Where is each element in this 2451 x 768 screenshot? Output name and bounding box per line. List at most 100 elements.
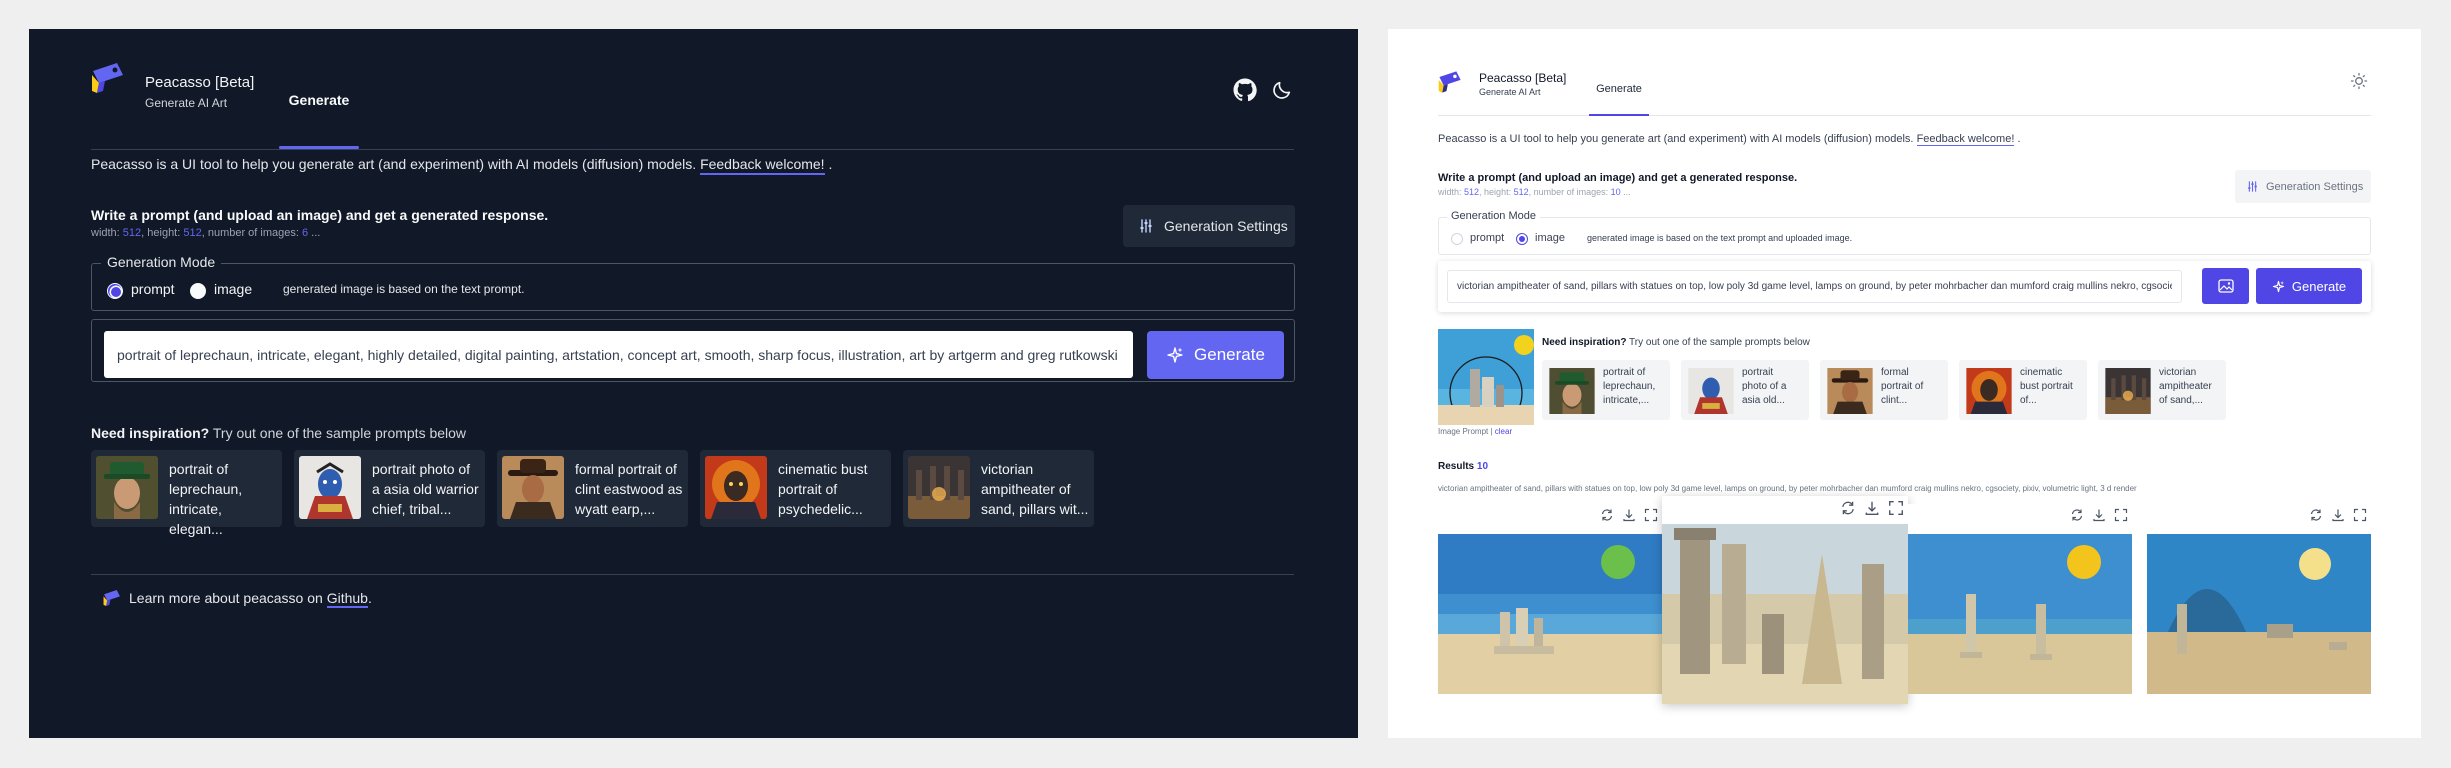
expand-icon[interactable] <box>1888 500 1904 516</box>
sample-line: intricate,... <box>1603 395 1650 406</box>
sample-thumbnail-leprechaun <box>1548 368 1596 414</box>
light-theme-panel: Peacasso [Beta] Generate AI Art Generate… <box>1388 29 2421 738</box>
result-card[interactable] <box>2147 504 2371 694</box>
prompt-input[interactable] <box>104 331 1133 378</box>
expand-icon[interactable] <box>2353 508 2367 522</box>
radio-prompt[interactable] <box>107 283 123 299</box>
upload-image-button[interactable] <box>2202 268 2249 304</box>
refresh-icon[interactable] <box>1600 508 1614 522</box>
sample-line: clint... <box>1881 395 1908 406</box>
sample-line: wyatt earp,... <box>575 501 656 517</box>
sun-icon[interactable] <box>2350 72 2368 90</box>
sample-prompt-card[interactable]: portrait photo of a asia old... <box>1681 360 1809 420</box>
radio-image-label[interactable]: image <box>214 281 252 297</box>
sample-prompt-card[interactable]: cinematic bust portrait of... <box>1959 360 2087 420</box>
sample-line: portrait of <box>169 461 229 477</box>
refresh-icon[interactable] <box>1840 500 1856 516</box>
radio-image[interactable] <box>1516 233 1528 245</box>
sample-line: victorian <box>981 461 1034 477</box>
inspiration-bold: Need inspiration? <box>1542 337 1627 348</box>
clear-image-link[interactable]: clear <box>1495 427 1512 436</box>
sample-prompt-text: cinematic bust portrait of psychedelic... <box>778 459 886 519</box>
radio-prompt-label[interactable]: prompt <box>1470 232 1504 244</box>
active-tab-indicator <box>279 146 359 149</box>
generate-button[interactable]: Generate <box>2256 268 2362 304</box>
sample-prompt-card[interactable]: victorian ampitheater of sand,... <box>2098 360 2226 420</box>
footer: Learn more about peacasso on Github. <box>103 589 372 608</box>
dims-more[interactable]: ... <box>308 227 320 239</box>
prompt-heading: Write a prompt (and upload an image) and… <box>1438 172 1798 184</box>
sample-prompt-card[interactable]: cinematic bust portrait of psychedelic... <box>700 450 891 527</box>
github-icon[interactable] <box>1233 78 1257 102</box>
tab-generate-label: Generate <box>1596 83 1642 95</box>
sliders-icon <box>1140 219 1152 233</box>
prompt-input[interactable] <box>1447 270 2182 303</box>
github-link[interactable]: Github <box>326 590 368 608</box>
radio-prompt[interactable] <box>1451 233 1463 245</box>
sample-prompt-text: portrait photo of a asia old... <box>1742 366 1806 408</box>
sample-prompt-text: portrait of leprechaun, intricate,... <box>1603 366 1667 408</box>
feedback-link[interactable]: Feedback welcome! <box>700 156 825 175</box>
feedback-link[interactable]: Feedback welcome! <box>1916 133 2015 146</box>
radio-image[interactable] <box>190 283 206 299</box>
moon-icon[interactable] <box>1271 79 1293 101</box>
sample-line: portrait of <box>1881 381 1924 392</box>
footer-divider <box>91 574 1294 575</box>
dims-more[interactable]: ... <box>1621 187 1631 197</box>
download-icon[interactable] <box>1622 508 1636 522</box>
sample-prompt-card[interactable]: portrait photo of a asia old warrior chief… <box>294 450 485 527</box>
results-grid <box>1438 496 2371 738</box>
download-icon[interactable] <box>1864 500 1880 516</box>
refresh-icon[interactable] <box>2309 508 2323 522</box>
peacasso-logo-icon[interactable] <box>1438 70 1462 94</box>
sample-line: clint eastwood as <box>575 481 683 497</box>
images-label: , number of images: <box>1528 187 1611 197</box>
expand-icon[interactable] <box>2114 508 2128 522</box>
download-icon[interactable] <box>2331 508 2345 522</box>
sample-thumbnail-eastwood <box>1826 368 1874 414</box>
sample-prompt-card[interactable]: portrait of leprechaun, intricate,... <box>1542 360 1670 420</box>
peacasso-logo-icon <box>103 590 120 606</box>
tab-generate[interactable]: Generate <box>279 91 359 149</box>
image-icon <box>2217 279 2234 293</box>
sample-line: ampitheater <box>2159 381 2212 392</box>
sample-line: portrait <box>1742 367 1774 378</box>
sliders-icon <box>2248 181 2257 192</box>
generation-mode-legend: Generation Mode <box>1447 210 1540 222</box>
result-image <box>2147 534 2371 694</box>
generation-mode-fieldset: Generation Mode prompt image generated i… <box>1438 210 2371 255</box>
results-heading: Results 10 <box>1438 461 1488 472</box>
peacasso-logo-icon[interactable] <box>91 61 125 95</box>
result-card[interactable] <box>1438 504 1662 694</box>
result-image <box>1662 524 1908 704</box>
refresh-icon[interactable] <box>2070 508 2084 522</box>
sample-prompt-card[interactable]: victorian ampitheater of sand, pillars wit… <box>903 450 1094 527</box>
inspiration-heading: Need inspiration? Try out one of the sam… <box>1542 337 1810 348</box>
sample-prompt-card[interactable]: formal portrait of clint eastwood as wyatt… <box>497 450 688 527</box>
tab-generate[interactable]: Generate <box>1589 83 1649 116</box>
sample-prompt-card[interactable]: formal portrait of clint... <box>1820 360 1948 420</box>
generation-settings-button[interactable]: Generation Settings <box>2235 170 2371 203</box>
intro-end: . <box>824 156 833 172</box>
sample-line: chief, tribal... <box>372 501 452 517</box>
generation-settings-button[interactable]: Generation Settings <box>1123 205 1295 247</box>
app-title: Peacasso [Beta] <box>1479 71 1567 85</box>
height-label: , height: <box>1479 187 1514 197</box>
intro-text-body: Peacasso is a UI tool to help you genera… <box>1438 133 1914 145</box>
inspiration-heading: Need inspiration? Try out one of the sam… <box>91 425 466 441</box>
result-image <box>1908 534 2132 694</box>
radio-image-label[interactable]: image <box>1535 232 1565 244</box>
sample-prompt-text: portrait of leprechaun, intricate, elegan.… <box>169 459 277 539</box>
result-card[interactable] <box>1908 504 2132 694</box>
expand-icon[interactable] <box>1644 508 1658 522</box>
download-icon[interactable] <box>2092 508 2106 522</box>
uploaded-image-preview[interactable] <box>1438 329 1534 425</box>
sample-prompt-card[interactable]: portrait of leprechaun, intricate, elegan.… <box>91 450 282 537</box>
radio-prompt-label[interactable]: prompt <box>131 281 175 297</box>
sample-line: sand, pillars wit... <box>981 501 1089 517</box>
results-prompt: victorian ampitheater of sand, pillars w… <box>1438 484 2137 493</box>
result-card[interactable] <box>1662 496 1908 704</box>
sample-line: asia old... <box>1742 395 1785 406</box>
generate-button[interactable]: Generate <box>1147 331 1284 379</box>
results-label: Results <box>1438 461 1475 472</box>
